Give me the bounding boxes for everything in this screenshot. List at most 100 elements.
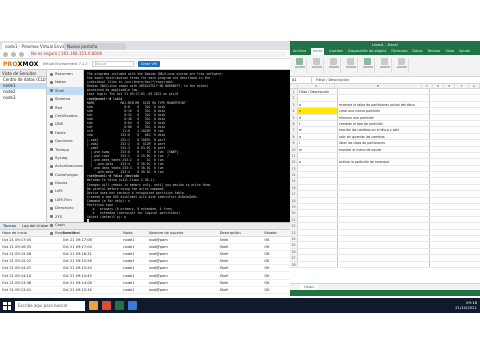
cell[interactable] bbox=[338, 242, 430, 248]
cell[interactable] bbox=[338, 216, 430, 223]
cell[interactable] bbox=[430, 230, 480, 235]
cell[interactable] bbox=[430, 147, 480, 152]
pve-search-input[interactable]: Buscar bbox=[91, 61, 134, 67]
column-header[interactable]: A bbox=[298, 84, 336, 88]
cell[interactable] bbox=[298, 242, 338, 248]
cell[interactable] bbox=[338, 197, 430, 204]
row-number[interactable]: 13 bbox=[290, 165, 298, 172]
tree-item-node3[interactable]: node3 bbox=[0, 95, 46, 101]
row-number[interactable]: 11 bbox=[290, 152, 298, 159]
row-number[interactable]: 27 bbox=[290, 255, 298, 261]
cell[interactable]: eliminar una partición bbox=[338, 114, 430, 120]
table-row[interactable]: Oct 21 09:13:01 Oct 21 09:13:34 node1 root@… bbox=[0, 286, 290, 295]
cell[interactable] bbox=[430, 217, 480, 222]
paste-icon[interactable] bbox=[296, 58, 303, 65]
formula-input[interactable]: Fdisk / Descripción bbox=[312, 77, 349, 83]
column-header[interactable]: B bbox=[335, 84, 422, 88]
ribbon-tab[interactable]: Archivo bbox=[293, 48, 306, 55]
tab-tasks[interactable]: Tareas bbox=[3, 223, 16, 229]
row-number[interactable]: 5 bbox=[290, 114, 298, 120]
table-row[interactable]: Oct 21 09:16:33 Oct 21 09:17:04 node1 root@… bbox=[0, 243, 290, 251]
row-number[interactable]: 20 bbox=[290, 210, 298, 216]
app-icon[interactable] bbox=[128, 301, 137, 310]
table-row[interactable]: Oct 21 09:14:47 Oct 21 09:15:20 node1 root@… bbox=[0, 264, 290, 273]
address-bar[interactable]: No es seguro | 192.168.153.X:8006 bbox=[27, 51, 287, 57]
row-number[interactable]: 7 bbox=[290, 127, 298, 133]
cell[interactable]: activar la partición de arranque bbox=[338, 159, 430, 165]
cell[interactable] bbox=[298, 235, 338, 242]
number-format-icon[interactable] bbox=[347, 58, 354, 65]
tree-view-selector[interactable]: Vista de Servidor bbox=[0, 70, 46, 77]
sheet-tab[interactable]: Hoja1 bbox=[300, 283, 319, 291]
cell[interactable] bbox=[430, 255, 480, 260]
row-number[interactable]: 26 bbox=[290, 248, 298, 255]
cell[interactable] bbox=[430, 191, 480, 196]
row-number[interactable]: 23 bbox=[290, 229, 298, 235]
create-vm-button[interactable]: Crear VM bbox=[137, 61, 160, 67]
row-number[interactable]: 24 bbox=[290, 235, 298, 242]
row-number[interactable]: 22 bbox=[290, 223, 298, 229]
font-icon[interactable] bbox=[313, 58, 320, 65]
cell[interactable] bbox=[430, 115, 480, 120]
cell[interactable] bbox=[430, 210, 480, 215]
cell[interactable] bbox=[430, 262, 480, 267]
menu-item[interactable]: ZFS bbox=[47, 213, 83, 221]
table-row[interactable]: Oct 21 09:13:36 Oct 21 09:14:08 node1 root@… bbox=[0, 279, 290, 287]
cell[interactable]: muestra la tabla de particiones actual d… bbox=[338, 101, 430, 108]
cell[interactable]: Fdisk / Descripción bbox=[298, 89, 338, 95]
cell[interactable] bbox=[298, 165, 338, 172]
row-number[interactable]: 15 bbox=[290, 178, 298, 184]
cell[interactable] bbox=[338, 223, 430, 229]
row-number[interactable]: 8 bbox=[290, 133, 298, 140]
cell[interactable] bbox=[430, 172, 480, 177]
cell[interactable] bbox=[338, 165, 430, 172]
column-header[interactable]: F bbox=[455, 84, 469, 88]
cell[interactable]: t bbox=[298, 120, 338, 127]
cell[interactable] bbox=[298, 210, 338, 216]
worksheet-grid[interactable]: ABCDEFG 1 Fdisk / Descripción 2 3 p muestra l… bbox=[290, 84, 480, 283]
cell[interactable]: crear una nueva partición bbox=[338, 108, 430, 114]
row-number[interactable]: 10 bbox=[290, 146, 298, 152]
row-number[interactable]: 19 bbox=[290, 204, 298, 210]
name-box[interactable]: A1 bbox=[290, 77, 312, 83]
cell[interactable] bbox=[298, 197, 338, 204]
cell[interactable] bbox=[430, 242, 480, 247]
editing-icon[interactable] bbox=[398, 58, 405, 65]
cells-icon[interactable] bbox=[381, 58, 388, 65]
menu-item[interactable]: Certificados bbox=[47, 112, 83, 120]
browser-tab-new[interactable]: Nueva pestaña bbox=[64, 43, 126, 50]
cell[interactable] bbox=[430, 89, 480, 94]
menu-item[interactable]: DNS bbox=[47, 120, 83, 128]
menu-item[interactable]: Notas bbox=[47, 78, 83, 86]
cell[interactable]: n bbox=[298, 108, 338, 114]
column-header[interactable]: E bbox=[444, 84, 456, 88]
cell[interactable] bbox=[298, 229, 338, 235]
cell[interactable] bbox=[338, 178, 430, 184]
cell[interactable] bbox=[298, 191, 338, 197]
cell[interactable] bbox=[430, 166, 480, 171]
clock[interactable]: 09:18 21/10/2021 bbox=[455, 300, 477, 310]
cell[interactable] bbox=[298, 261, 338, 267]
ribbon-tab[interactable]: Inicio bbox=[311, 48, 325, 55]
menu-item[interactable]: LVM-Thin bbox=[47, 196, 83, 204]
menu-item[interactable]: Sistema bbox=[47, 95, 83, 103]
ribbon-tab[interactable]: Revisar bbox=[428, 48, 441, 55]
row-number[interactable]: 21 bbox=[290, 216, 298, 223]
cell[interactable] bbox=[298, 152, 338, 159]
chrome-icon[interactable] bbox=[102, 301, 111, 310]
menu-item[interactable]: LVM bbox=[47, 187, 83, 195]
cell[interactable] bbox=[430, 140, 480, 145]
cell[interactable] bbox=[298, 184, 338, 191]
forward-icon[interactable] bbox=[11, 51, 16, 57]
table-row[interactable]: Oct 21 09:17:05 Oct 21 09:17:06 node1 root@… bbox=[0, 236, 290, 244]
cell[interactable]: l bbox=[298, 140, 338, 146]
cell[interactable]: a bbox=[298, 159, 338, 165]
menu-item[interactable]: Hosts bbox=[47, 129, 83, 137]
cell[interactable] bbox=[338, 172, 430, 178]
cell[interactable] bbox=[338, 184, 430, 191]
row-number[interactable]: 4 bbox=[290, 108, 298, 114]
row-number[interactable]: 9 bbox=[290, 140, 298, 146]
back-icon[interactable] bbox=[3, 51, 8, 57]
styles-icon[interactable] bbox=[364, 58, 371, 65]
cell[interactable]: m bbox=[298, 146, 338, 152]
